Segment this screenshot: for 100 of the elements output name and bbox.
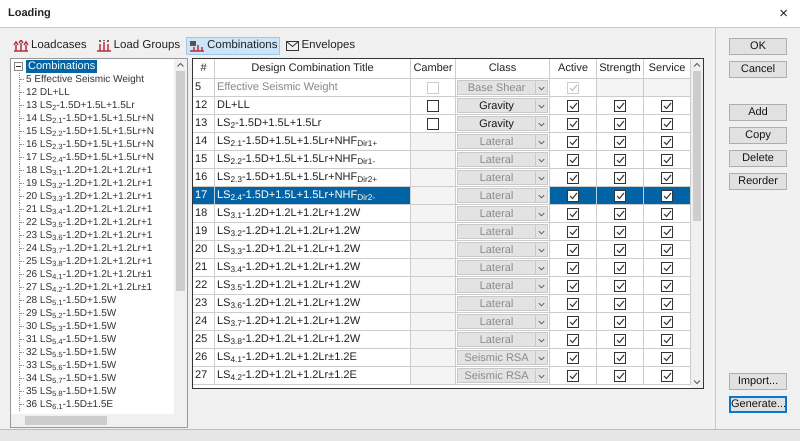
checkbox[interactable] xyxy=(661,334,673,346)
tree-item[interactable]: 13 LS$_{2}$-1.5D+1.5L+1.5Lr xyxy=(26,99,135,112)
checkbox[interactable] xyxy=(614,226,626,238)
tree-item[interactable]: 18 LS$_{3.1}$-1.2D+1.2L+1.2Lr+1 xyxy=(26,164,152,177)
checkbox[interactable] xyxy=(614,262,626,274)
tree-item[interactable]: 14 LS$_{2.1}$-1.5D+1.5L+1.5Lr+N xyxy=(26,112,154,125)
tree-item[interactable]: 34 LS$_{5.7}$-1.5D+1.5W xyxy=(26,372,116,385)
checkbox[interactable] xyxy=(661,190,673,202)
checkbox[interactable] xyxy=(614,154,626,166)
checkbox[interactable] xyxy=(567,154,579,166)
checkbox[interactable] xyxy=(614,334,626,346)
checkbox[interactable] xyxy=(427,118,439,130)
checkbox[interactable] xyxy=(614,280,626,292)
checkbox[interactable] xyxy=(661,208,673,220)
checkbox[interactable] xyxy=(567,172,579,184)
tree-item[interactable]: 36 LS$_{6.1}$-1.5D±1.5E xyxy=(26,398,114,411)
checkbox[interactable] xyxy=(614,190,626,202)
checkbox[interactable] xyxy=(661,262,673,274)
tree-item[interactable]: 12 DL+LL xyxy=(26,86,70,99)
tab[interactable]: Envelopes xyxy=(283,37,358,55)
tree-item[interactable]: 25 LS$_{3.8}$-1.2D+1.2L+1.2Lr+1 xyxy=(26,255,152,268)
checkbox[interactable] xyxy=(661,172,673,184)
checkbox[interactable] xyxy=(614,172,626,184)
table-cell: Effective Seismic Weight xyxy=(215,79,411,97)
checkbox[interactable] xyxy=(614,118,626,130)
tree-item[interactable]: Combinations xyxy=(26,60,98,73)
tree-item[interactable]: 16 LS$_{2.3}$-1.5D+1.5L+1.5Lr+N xyxy=(26,138,154,151)
class-dropdown[interactable]: Gravity xyxy=(457,98,548,113)
checkbox[interactable] xyxy=(614,100,626,112)
tree-item[interactable]: 35 LS$_{5.8}$-1.5D+1.5W xyxy=(26,385,116,398)
tree-item[interactable]: 24 LS$_{3.7}$-1.2D+1.2L+1.2Lr+1 xyxy=(26,242,152,255)
tree-item[interactable]: 5 Effective Seismic Weight xyxy=(26,73,144,86)
collapse-toggle-icon[interactable] xyxy=(14,62,23,71)
tree-item[interactable]: 28 LS$_{5.1}$-1.5D+1.5W xyxy=(26,294,116,307)
tree-item[interactable]: 17 LS$_{2.4}$-1.5D+1.5L+1.5Lr+N xyxy=(26,151,154,164)
dialog-button[interactable]: Add xyxy=(729,104,787,121)
tree-item[interactable]: 19 LS$_{3.2}$-1.2D+1.2L+1.2Lr+1 xyxy=(26,177,152,190)
checkbox[interactable] xyxy=(567,136,579,148)
tab[interactable]: Load Groups xyxy=(92,37,184,55)
tree-item[interactable]: 20 LS$_{3.3}$-1.2D+1.2L+1.2Lr+1 xyxy=(26,190,152,203)
dialog-button[interactable]: Delete xyxy=(729,150,787,167)
dialog-button[interactable]: Import... xyxy=(729,373,787,390)
checkbox[interactable] xyxy=(567,280,579,292)
table-cell: LS$_{3.5}$-1.2D+1.2L+1.2Lr+1.2W xyxy=(215,277,411,295)
checkbox[interactable] xyxy=(661,100,673,112)
checkbox[interactable] xyxy=(661,244,673,256)
dialog-button[interactable]: Generate... xyxy=(729,396,787,413)
checkbox[interactable] xyxy=(567,100,579,112)
tab[interactable]: Loadcases xyxy=(10,37,90,55)
checkbox[interactable] xyxy=(661,316,673,328)
checkbox[interactable] xyxy=(614,370,626,382)
dialog-button[interactable]: OK xyxy=(729,38,787,55)
tree-item[interactable]: 27 LS$_{4.2}$-1.2D+1.2L+1.2Lr±1 xyxy=(26,281,152,294)
checkbox[interactable] xyxy=(567,352,579,364)
checkbox[interactable] xyxy=(614,298,626,310)
checkbox[interactable] xyxy=(567,226,579,238)
checkbox[interactable] xyxy=(567,298,579,310)
dialog-button[interactable]: Reorder xyxy=(729,173,787,190)
checkbox[interactable] xyxy=(614,352,626,364)
checkbox[interactable] xyxy=(661,352,673,364)
class-dropdown[interactable]: Gravity xyxy=(457,116,548,131)
checkbox[interactable] xyxy=(661,118,673,130)
checkbox[interactable] xyxy=(661,154,673,166)
checkbox[interactable] xyxy=(614,208,626,220)
checkbox[interactable] xyxy=(661,298,673,310)
tree-item[interactable]: 22 LS$_{3.5}$-1.2D+1.2L+1.2Lr+1 xyxy=(26,216,152,229)
column-header: Camber xyxy=(411,59,456,78)
checkbox[interactable] xyxy=(567,334,579,346)
tree-item[interactable]: 21 LS$_{3.4}$-1.2D+1.2L+1.2Lr+1 xyxy=(26,203,152,216)
checkbox[interactable] xyxy=(614,136,626,148)
dialog-button[interactable]: Cancel xyxy=(729,61,787,78)
tab[interactable]: Combinations xyxy=(186,37,280,55)
checkbox[interactable] xyxy=(567,190,579,202)
checkbox[interactable] xyxy=(567,208,579,220)
table-cell: LS$_{3.6}$-1.2D+1.2L+1.2Lr+1.2W xyxy=(215,295,411,313)
checkbox[interactable] xyxy=(427,100,439,112)
checkbox[interactable] xyxy=(567,244,579,256)
close-button[interactable]: × xyxy=(775,6,792,21)
tree-item[interactable]: 30 LS$_{5.3}$-1.5D+1.5W xyxy=(26,320,116,333)
checkbox[interactable] xyxy=(567,316,579,328)
tree-item[interactable]: 33 LS$_{5.6}$-1.5D+1.5W xyxy=(26,359,116,372)
tree-item[interactable]: 29 LS$_{5.2}$-1.5D+1.5W xyxy=(26,307,116,320)
tree-item[interactable]: 31 LS$_{5.4}$-1.5D+1.5W xyxy=(26,333,116,346)
checkbox[interactable] xyxy=(661,136,673,148)
tree-item[interactable]: 26 LS$_{4.1}$-1.2D+1.2L+1.2Lr±1 xyxy=(26,268,152,281)
checkbox[interactable] xyxy=(614,316,626,328)
vertical-scrollbar[interactable] xyxy=(691,59,703,388)
dialog-button[interactable]: Copy xyxy=(729,127,787,144)
checkbox[interactable] xyxy=(567,118,579,130)
checkbox[interactable] xyxy=(661,370,673,382)
checkbox[interactable] xyxy=(567,262,579,274)
checkbox[interactable] xyxy=(661,280,673,292)
tree-item[interactable]: 32 LS$_{5.5}$-1.5D+1.5W xyxy=(26,346,116,359)
tree-item[interactable]: 23 LS$_{3.6}$-1.2D+1.2L+1.2Lr+1 xyxy=(26,229,152,242)
checkbox[interactable] xyxy=(614,244,626,256)
vertical-scrollbar[interactable] xyxy=(174,59,187,414)
tree-item[interactable]: 15 LS$_{2.2}$-1.5D+1.5L+1.5Lr+N xyxy=(26,125,154,138)
horizontal-scrollbar[interactable] xyxy=(11,414,187,427)
checkbox[interactable] xyxy=(661,226,673,238)
checkbox[interactable] xyxy=(567,370,579,382)
